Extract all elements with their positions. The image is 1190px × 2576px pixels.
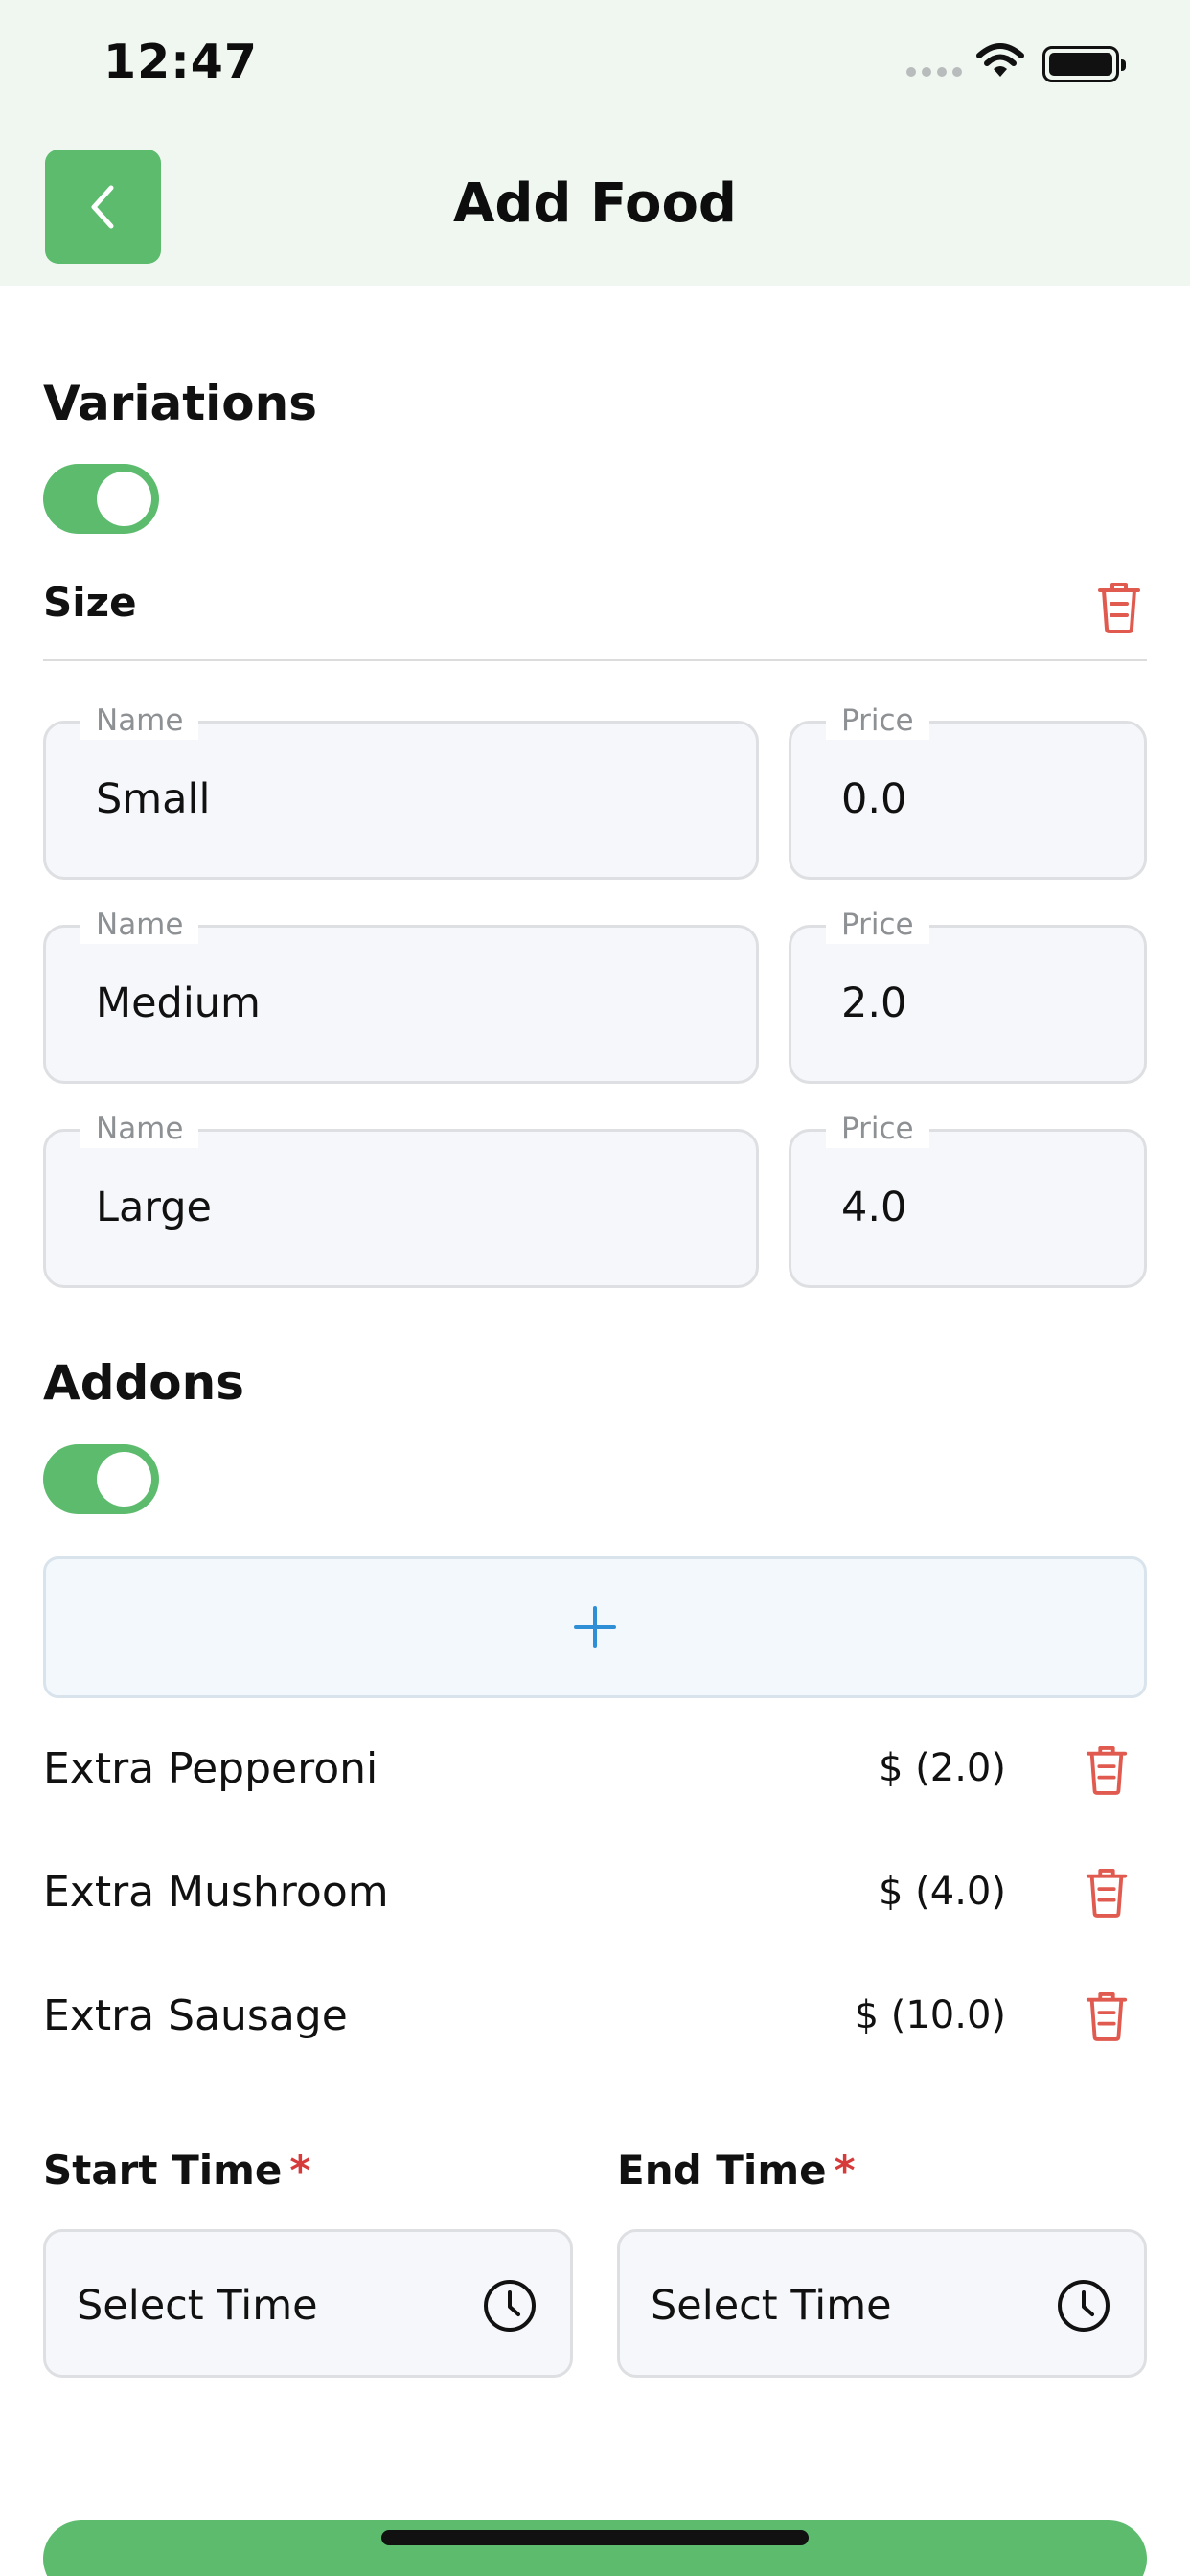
addon-name: Extra Mushroom: [43, 1868, 389, 1917]
field-label: Price: [826, 906, 929, 944]
add-food-screen: 12:47 Add Food Variations Size Name Smal…: [0, 0, 1190, 2576]
field-value: 0.0: [841, 775, 907, 823]
status-icons: [906, 42, 1127, 84]
submit-button[interactable]: [43, 2520, 1147, 2576]
field-value: Large: [96, 1184, 212, 1231]
delete-variation-group-icon[interactable]: [1095, 579, 1143, 634]
end-time-placeholder: Select Time: [651, 2282, 892, 2330]
field-value: 4.0: [841, 1184, 907, 1231]
required-mark: *: [289, 2147, 311, 2194]
field-label: Name: [80, 906, 199, 944]
field-label: Name: [80, 1110, 199, 1148]
field-value: 2.0: [841, 979, 907, 1027]
delete-addon-icon[interactable]: [1084, 1742, 1130, 1796]
add-addon-button[interactable]: [43, 1556, 1147, 1698]
field-label: Price: [826, 702, 929, 740]
page-title: Add Food: [452, 172, 738, 235]
variations-title: Variations: [43, 376, 317, 431]
field-label: Price: [826, 1110, 929, 1148]
end-time-label: End Time *: [617, 2147, 856, 2194]
battery-icon: [1042, 46, 1126, 82]
field-value: Medium: [96, 979, 261, 1027]
variation-group-name: Size: [43, 579, 137, 626]
delete-addon-icon[interactable]: [1084, 1865, 1130, 1919]
cellular-signal-icon: [906, 67, 964, 79]
header-bar: 12:47 Add Food: [0, 0, 1190, 286]
divider: [43, 659, 1147, 661]
field-value: Small: [96, 775, 211, 823]
addon-name: Extra Pepperoni: [43, 1744, 378, 1793]
plus-icon: [574, 1606, 616, 1648]
start-time-label-text: Start Time: [43, 2147, 283, 2194]
field-label: Name: [80, 702, 199, 740]
variation-name-field[interactable]: Name Medium: [43, 906, 759, 1084]
addon-price: $ (4.0): [879, 1870, 1006, 1914]
variation-price-field[interactable]: Price 2.0: [789, 906, 1147, 1084]
addons-title: Addons: [43, 1355, 244, 1411]
variation-name-field[interactable]: Name Large: [43, 1110, 759, 1288]
addon-price: $ (2.0): [879, 1746, 1006, 1790]
start-time-placeholder: Select Time: [77, 2282, 318, 2330]
addons-toggle[interactable]: [43, 1444, 159, 1514]
start-time-label: Start Time *: [43, 2147, 310, 2194]
addon-price: $ (10.0): [854, 1993, 1006, 2037]
variation-name-field[interactable]: Name Small: [43, 702, 759, 880]
delete-addon-icon[interactable]: [1084, 1989, 1130, 2042]
home-indicator: [381, 2530, 809, 2545]
wifi-icon: [976, 43, 1024, 77]
end-time-picker[interactable]: Select Time: [617, 2229, 1147, 2378]
clock-icon: [1058, 2280, 1110, 2332]
status-time: 12:47: [103, 34, 258, 89]
required-mark: *: [834, 2147, 856, 2194]
addon-name: Extra Sausage: [43, 1991, 348, 2040]
start-time-picker[interactable]: Select Time: [43, 2229, 573, 2378]
end-time-label-text: End Time: [617, 2147, 827, 2194]
variation-price-field[interactable]: Price 0.0: [789, 702, 1147, 880]
clock-icon: [484, 2280, 536, 2332]
variation-price-field[interactable]: Price 4.0: [789, 1110, 1147, 1288]
variations-toggle[interactable]: [43, 464, 159, 534]
